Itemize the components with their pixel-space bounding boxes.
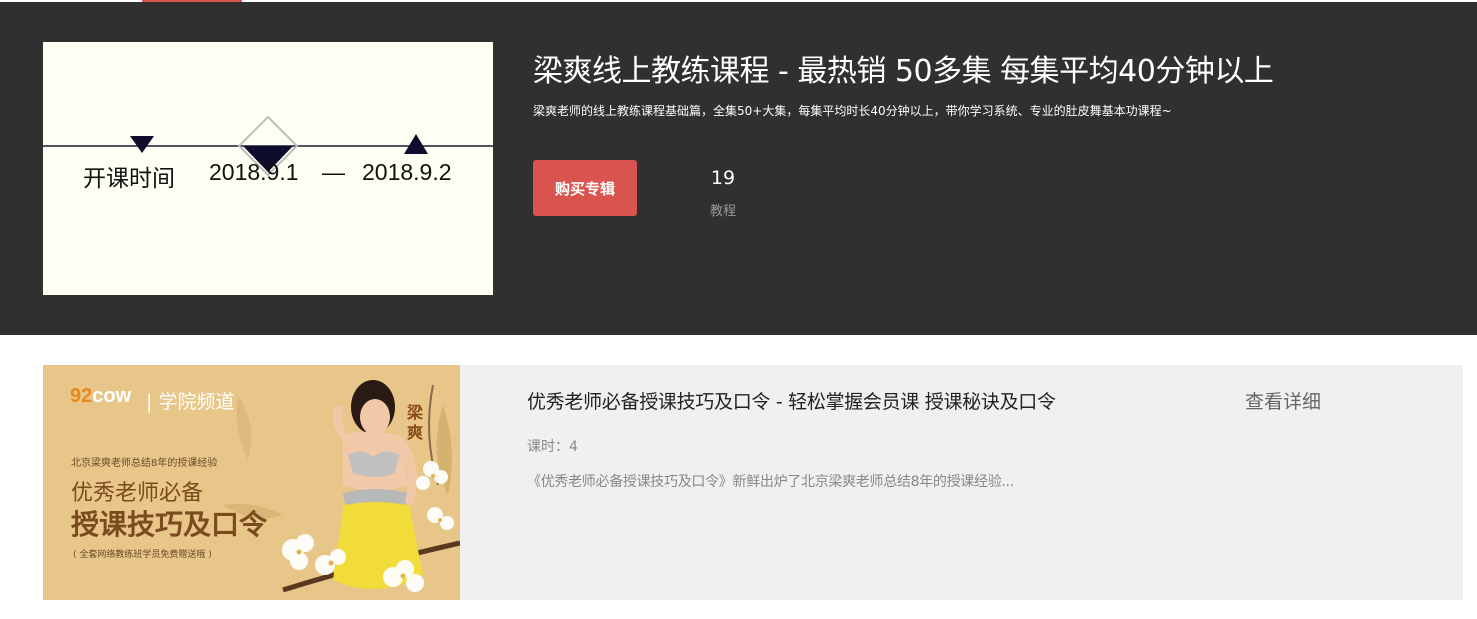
album-title: 梁爽线上教练课程 - 最热销 50多集 每集平均40分钟以上 [533,54,1274,89]
tutorial-count: 19 [710,167,736,189]
thumbnail-note: ( 全套网络教练班学员免费赠送哦 ) [73,550,212,560]
course-title[interactable]: 优秀老师必备授课技巧及口令 - 轻松掌握会员课 授课秘诀及口令 [527,387,1056,414]
album-hero: 开课时间 2018.9.1 — 2018.9.2 梁爽线上教练课程 - 最热销 … [0,2,1477,335]
course-lessons: 课时：4 [527,439,578,455]
buy-album-button[interactable]: 购买专辑 [533,160,637,216]
cover-end-date: 2018.9.2 [362,159,452,185]
thumbnail-heading-line2: 授课技巧及口令 [71,508,268,541]
tutorial-count-label: 教程 [709,204,736,219]
course-description: 《优秀老师必备授课技巧及口令》新鲜出炉了北京梁爽老师总结8年的授课经验... [527,474,1014,490]
view-details-link[interactable]: 查看详细 [1245,387,1321,414]
thumbnail-subtitle: 北京梁爽老师总结8年的授课经验 [71,458,218,469]
thumbnail-brand-logo: 92cow [70,385,132,407]
thumbnail-name-mark: 梁爽 [407,403,424,442]
cover-dash: — [322,159,345,185]
album-description: 梁爽老师的线上教练课程基础篇，全集50+大集，每集平均时长40分钟以上，带你学习… [533,104,1172,118]
cover-label: 开课时间 [83,165,175,191]
album-cover[interactable]: 开课时间 2018.9.1 — 2018.9.2 [43,42,493,295]
course-card[interactable]: 92cow | 学院频道 北京梁爽老师总结8年的授课经验 优秀老师必备 授课技巧… [43,365,1463,600]
cover-start-date: 2018.9.1 [209,159,299,185]
thumbnail-channel: | 学院频道 [146,391,235,413]
course-thumbnail[interactable]: 92cow | 学院频道 北京梁爽老师总结8年的授课经验 优秀老师必备 授课技巧… [43,365,460,600]
